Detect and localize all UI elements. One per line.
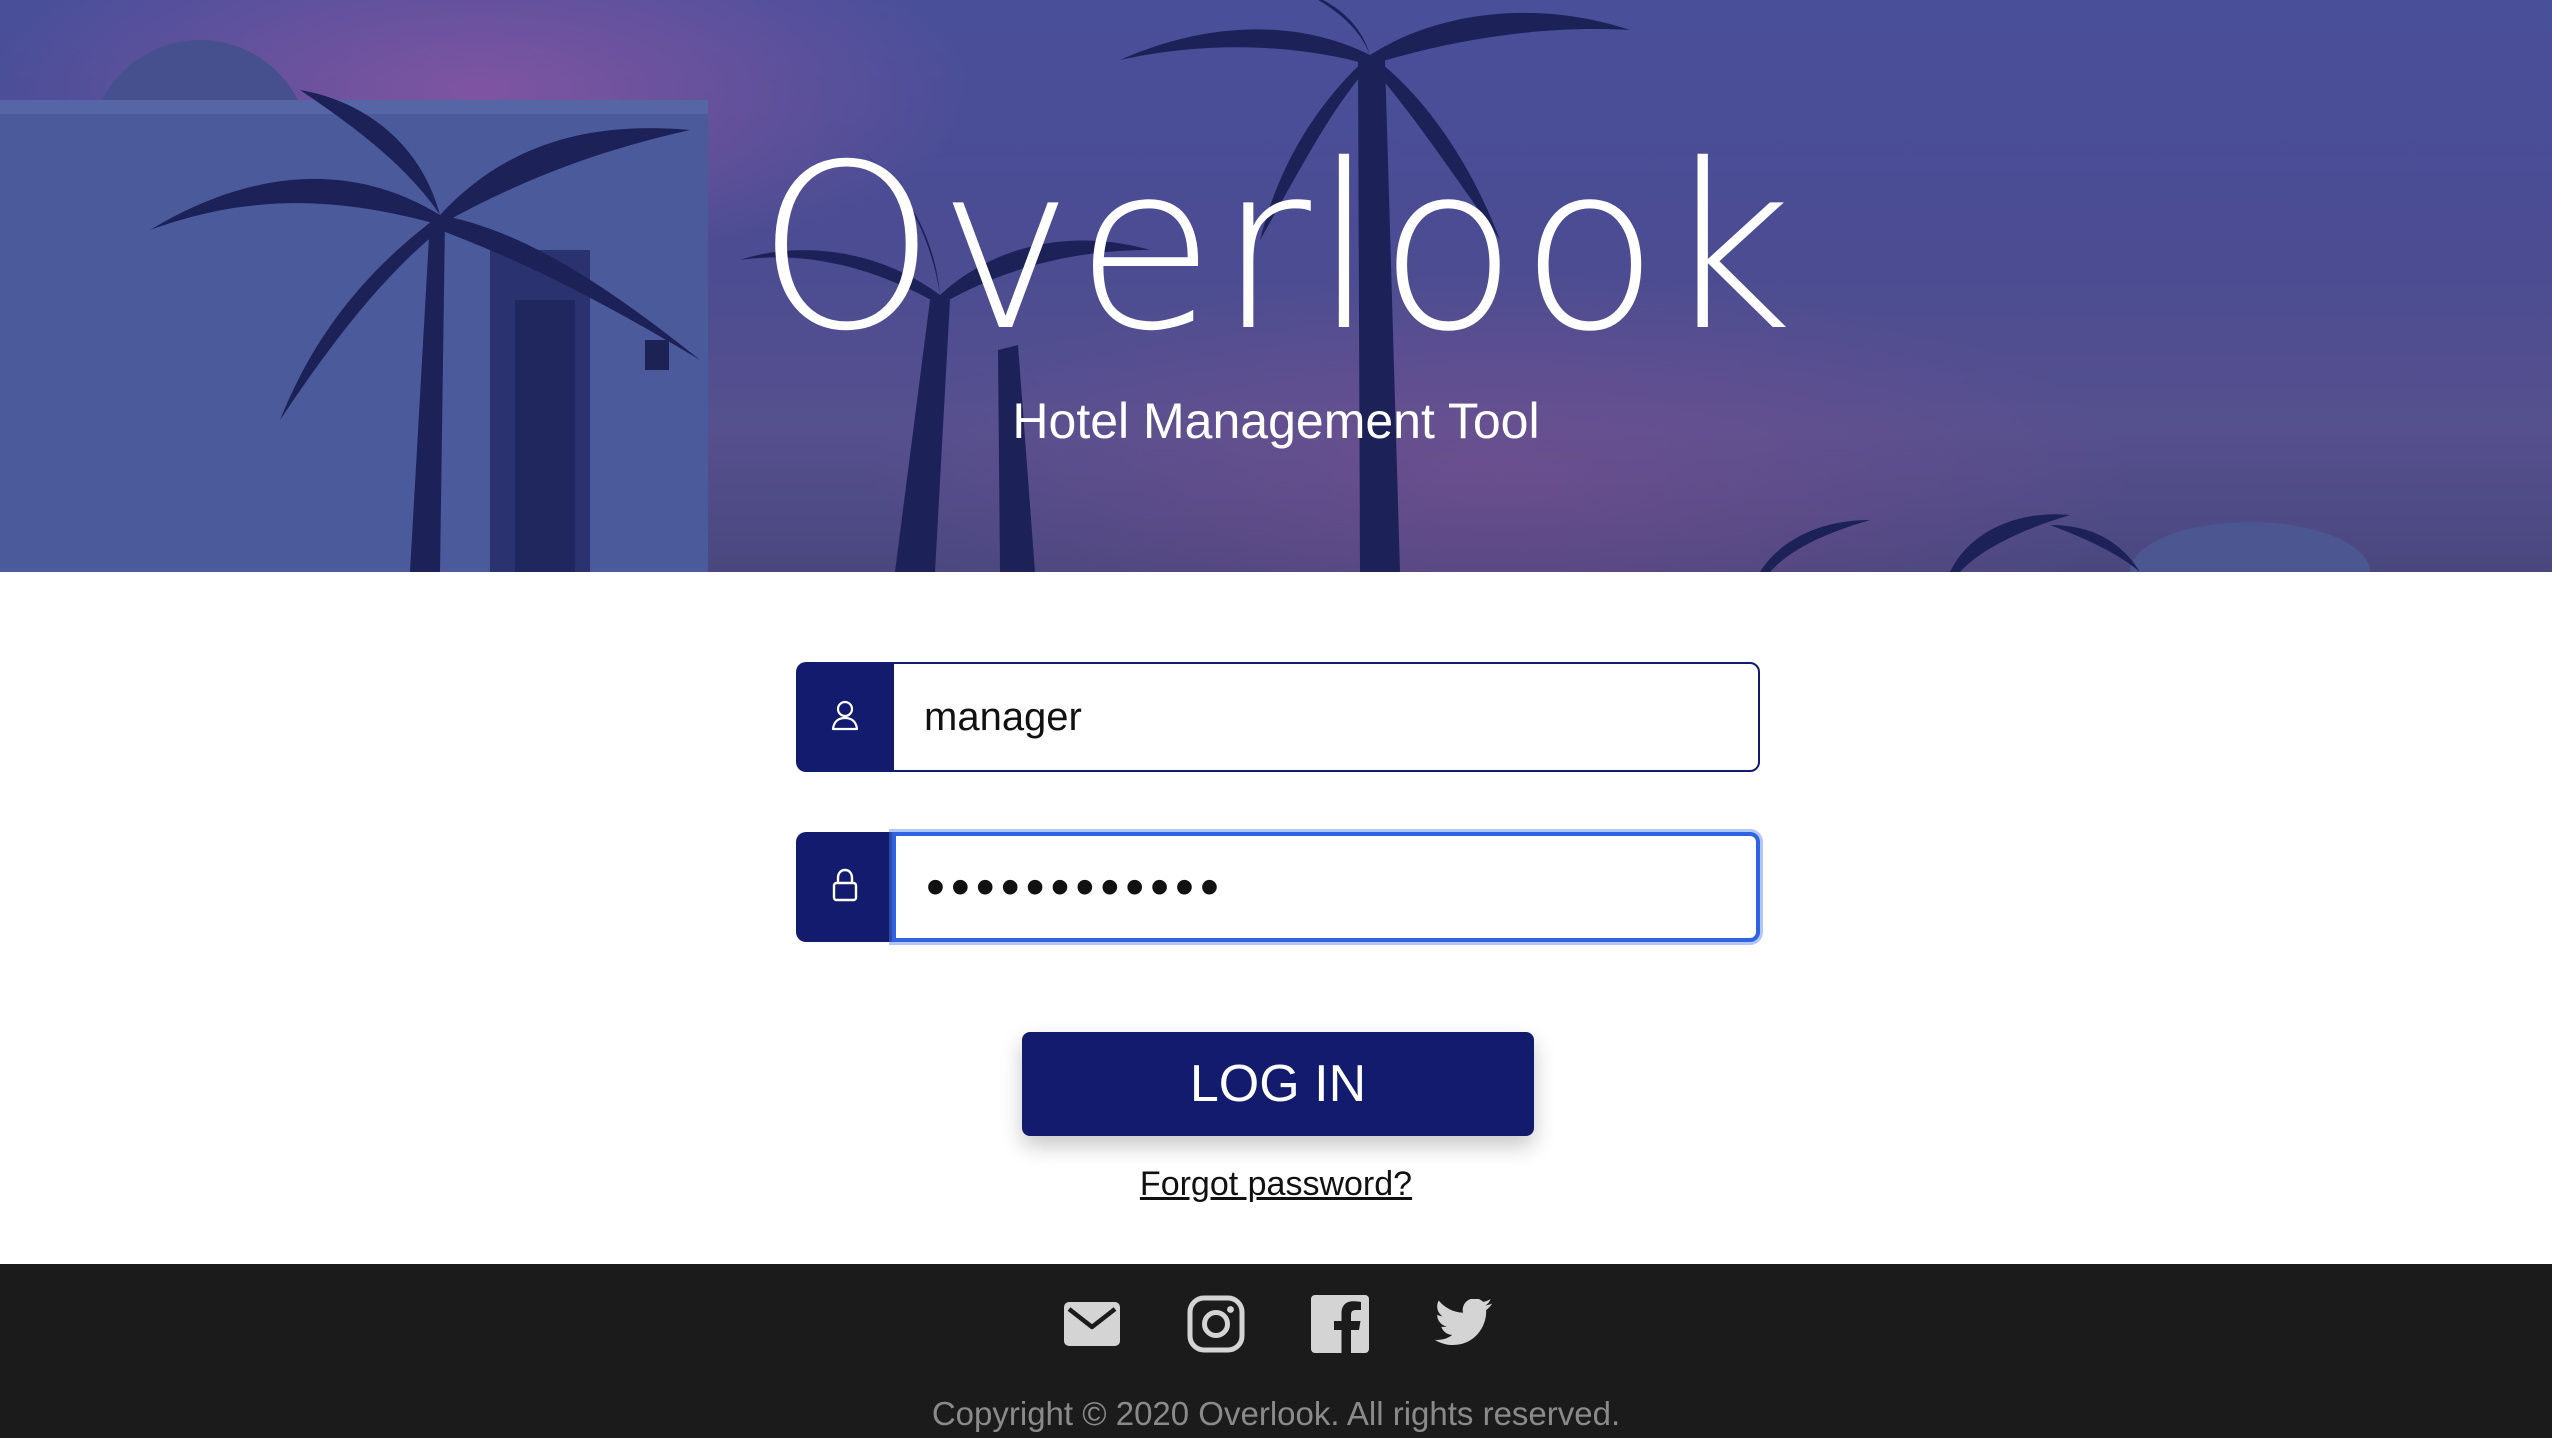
- username-input[interactable]: [892, 662, 1760, 772]
- copyright-text: Copyright © 2020 Overlook. All rights re…: [931, 1395, 1621, 1432]
- password-field: [796, 832, 1760, 942]
- login-form: LOG IN Forgot password?: [0, 572, 2552, 1264]
- forgot-password-link[interactable]: Forgot password?: [0, 1162, 2552, 1206]
- username-addon: [796, 662, 894, 772]
- login-button[interactable]: LOG IN: [1022, 1032, 1534, 1136]
- mail-icon[interactable]: [1060, 1292, 1124, 1356]
- facebook-icon[interactable]: [1308, 1292, 1372, 1356]
- instagram-icon[interactable]: [1184, 1292, 1248, 1356]
- app-subtitle: Hotel Management Tool: [1012, 393, 1540, 449]
- username-field: [796, 662, 1760, 772]
- footer: Copyright © 2020 Overlook. All rights re…: [0, 1264, 2552, 1438]
- lock-icon: [831, 868, 859, 907]
- hero-banner: Overlook Hotel Management Tool: [0, 0, 2552, 572]
- password-input[interactable]: [892, 832, 1760, 942]
- twitter-icon[interactable]: [1432, 1292, 1496, 1356]
- app-title: Overlook: [756, 115, 1796, 381]
- user-icon: [830, 699, 860, 736]
- password-addon: [796, 832, 894, 942]
